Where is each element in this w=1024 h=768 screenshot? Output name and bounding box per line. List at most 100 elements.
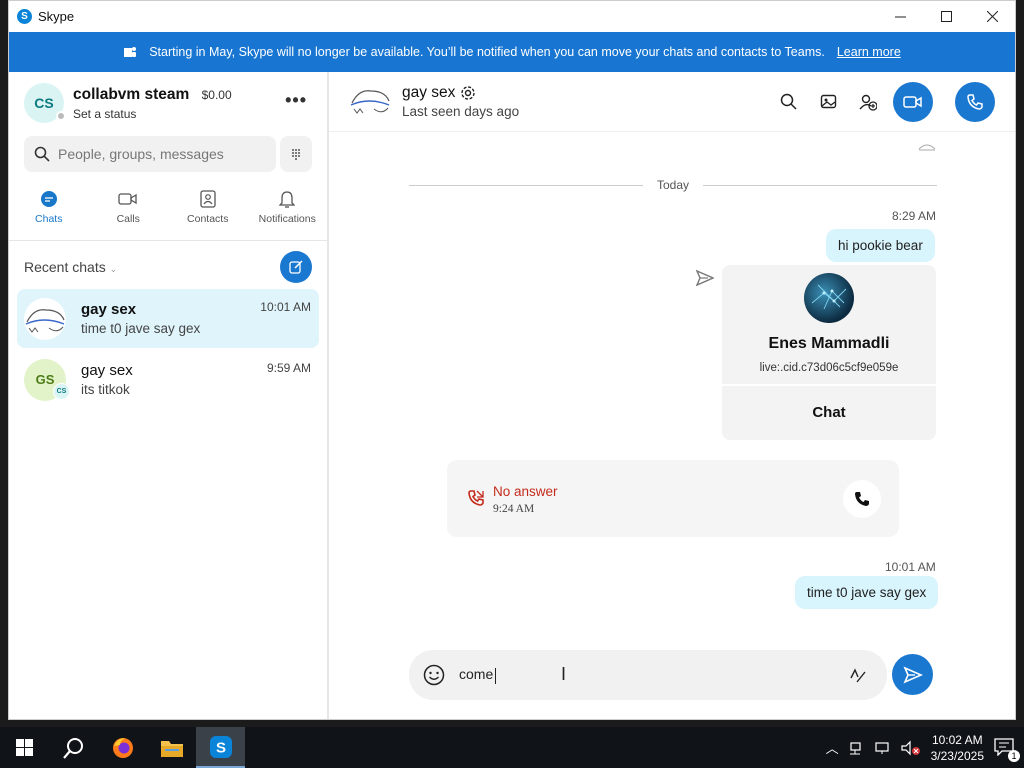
emoji-icon[interactable] — [423, 664, 445, 686]
tab-calls[interactable]: Calls — [89, 190, 169, 230]
message-time: 10:01 AM — [885, 560, 936, 574]
message-bubble[interactable]: hi pookie bear — [826, 229, 935, 262]
banner-text: Starting in May, Skype will no longer be… — [149, 45, 825, 59]
learn-more-link[interactable]: Learn more — [837, 45, 901, 59]
set-status-link[interactable]: Set a status — [73, 107, 232, 121]
chat-preview: its titkok — [81, 382, 130, 397]
chat-preview: time t0 jave say gex — [81, 321, 201, 336]
profile-area[interactable]: CS collabvm steam $0.00 Set a status — [9, 72, 327, 134]
chat-time: 9:59 AM — [266, 361, 311, 375]
folder-icon — [160, 740, 183, 757]
contact-avatar[interactable] — [349, 81, 391, 123]
ibeam-cursor-icon: I — [561, 664, 567, 684]
dialpad-icon — [292, 149, 300, 160]
svg-text:S: S — [215, 739, 225, 756]
search-icon — [780, 93, 797, 110]
call-status: No answer — [493, 484, 558, 499]
new-chat-button[interactable] — [280, 251, 312, 283]
tab-calls-label: Calls — [116, 213, 140, 225]
action-center-button[interactable]: 1 — [994, 737, 1020, 762]
clock-date: 3/23/2025 — [930, 748, 984, 763]
chat-list-item[interactable]: GS CS gay sex its titkok 9:59 AM — [24, 350, 319, 409]
shared-contact-card: Enes Mammadli live:.cid.c73d06c5cf9e059e… — [722, 265, 936, 440]
read-receipt-avatar — [918, 144, 936, 151]
group-initials: GS — [35, 372, 55, 387]
maximize-button[interactable] — [923, 1, 969, 32]
message-composer[interactable]: come I — [409, 650, 887, 700]
chat-bubble-icon — [40, 191, 57, 207]
search-placeholder: People, groups, messages — [58, 146, 224, 162]
sent-icon — [696, 269, 714, 287]
message-bubble[interactable]: time t0 jave say gex — [795, 576, 939, 609]
display-icon[interactable] — [875, 741, 891, 755]
video-call-button[interactable] — [893, 81, 933, 122]
taskbar-search-button[interactable] — [49, 727, 98, 768]
firefox-taskbar-icon[interactable] — [98, 727, 147, 768]
search-input[interactable]: People, groups, messages — [24, 136, 276, 172]
tab-contacts[interactable]: Contacts — [168, 190, 248, 230]
search-icon — [62, 737, 83, 759]
gear-icon[interactable] — [460, 85, 476, 101]
day-separator: Today — [409, 178, 937, 192]
day-separator-label: Today — [656, 178, 690, 192]
contact-card-avatar[interactable] — [804, 273, 854, 323]
group-avatar: GS CS — [24, 358, 70, 401]
phone-icon — [855, 492, 869, 506]
tab-chats[interactable]: Chats — [9, 190, 89, 230]
chat-list-item[interactable]: gay sex time t0 jave say gex 10:01 AM — [17, 289, 319, 348]
missed-call-entry: No answer 9:24 AM — [447, 460, 899, 537]
taskbar: S ︿ 10:02 AM 3/23/2025 1 — [0, 727, 1024, 768]
message-input[interactable]: come — [459, 666, 497, 684]
close-button[interactable] — [969, 1, 1015, 32]
phone-icon — [967, 93, 983, 110]
sidebar: CS collabvm steam $0.00 Set a status •••… — [9, 72, 329, 719]
text-caret — [495, 667, 497, 684]
gallery-button[interactable] — [819, 93, 837, 111]
audio-call-button[interactable] — [955, 81, 995, 122]
credit-balance[interactable]: $0.00 — [202, 88, 232, 102]
sketch-avatar-icon — [350, 89, 390, 114]
recent-chats-title: Recent chats — [24, 259, 106, 275]
format-text-icon[interactable] — [849, 666, 867, 684]
network-avatar-icon — [811, 284, 847, 310]
title-bar: S Skype — [9, 1, 1015, 32]
dialpad-button[interactable] — [280, 136, 312, 172]
conversation-title[interactable]: gay sex — [402, 84, 455, 102]
tab-chats-label: Chats — [35, 213, 63, 225]
search-in-chat-button[interactable] — [779, 93, 797, 111]
skype-icon: S — [209, 735, 232, 758]
sidebar-divider — [9, 240, 327, 241]
bell-icon — [279, 191, 296, 208]
last-seen-text: Last seen days ago — [402, 104, 520, 119]
more-options-button[interactable]: ••• — [285, 90, 307, 111]
skype-taskbar-icon[interactable]: S — [196, 727, 245, 768]
chevron-up-icon[interactable]: ︿ — [826, 738, 839, 757]
message-time: 8:29 AM — [892, 209, 937, 223]
window-title: Skype — [38, 9, 75, 24]
tab-contacts-label: Contacts — [187, 213, 229, 225]
clock-time: 10:02 AM — [931, 732, 983, 747]
video-camera-icon — [903, 95, 922, 108]
speaker-muted-icon[interactable] — [901, 740, 921, 756]
send-icon — [902, 665, 923, 684]
contacts-book-icon — [200, 190, 216, 208]
send-button[interactable] — [892, 654, 933, 695]
windows-logo-icon — [16, 739, 33, 756]
start-button[interactable] — [0, 727, 49, 768]
notification-count-badge: 1 — [1008, 749, 1020, 762]
contact-card-chat-button[interactable]: Chat — [722, 386, 936, 438]
minimize-button[interactable] — [877, 1, 923, 32]
call-back-button[interactable] — [843, 480, 881, 518]
network-icon[interactable] — [849, 741, 865, 755]
file-explorer-taskbar-icon[interactable] — [147, 727, 196, 768]
tab-notifications[interactable]: Notifications — [248, 190, 328, 230]
recent-chats-dropdown[interactable]: Recent chats ⌄ — [24, 259, 117, 275]
conversation-header: gay sex Last seen days ago — [329, 72, 1015, 132]
maximize-icon — [940, 11, 952, 22]
avatar[interactable]: CS — [24, 83, 66, 123]
missed-call-icon — [468, 490, 484, 506]
system-clock[interactable]: 10:02 AM 3/23/2025 — [931, 732, 984, 764]
chat-avatar — [24, 297, 66, 340]
profile-name: collabvm steam — [73, 85, 190, 103]
add-participant-button[interactable] — [859, 93, 877, 111]
